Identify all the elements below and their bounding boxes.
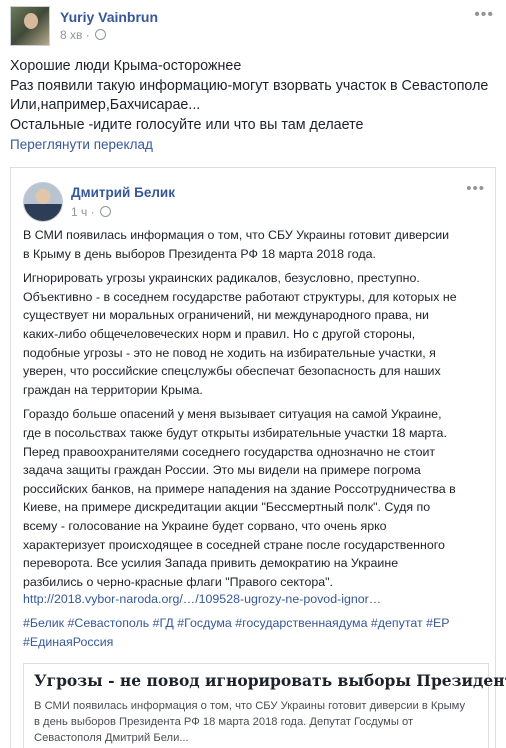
shared-post-meta: 1 ч · (71, 205, 111, 219)
shared-text-line: где в посольствах также будут открыты из… (23, 425, 447, 440)
shared-text-line: российских банков, на примере нападения … (23, 481, 456, 496)
shared-paragraph: В СМИ появилась информация о том, что СБ… (23, 226, 489, 263)
post-header: Yuriy Vainbrun 8 хв · ••• (10, 6, 496, 46)
link-preview-card[interactable]: Угрозы - не повод игнорировать выборы Пр… (23, 663, 506, 748)
link-preview-title[interactable]: Угрозы - не повод игнорировать выборы Пр… (34, 671, 506, 690)
hashtags: #Белик #Севастополь #ГД #Госдума #госуда… (23, 614, 493, 652)
shared-text-line: Объективно - в соседнем государстве рабо… (23, 289, 457, 304)
link-preview-line: В СМИ появилась информация о том, что СБ… (34, 700, 466, 712)
shared-text-line: задача защиты граждан России. Это мы вид… (23, 463, 421, 478)
shared-text-line: в Крыму в день выборов Президента РФ 18 … (23, 246, 376, 261)
shared-paragraph: Гораздо больше опасений у меня вызывает … (23, 405, 489, 591)
shared-text-line: характеризует происходящее в соседней ст… (23, 537, 445, 552)
shared-text-line: разбились о черно-красные флаги "Правого… (23, 574, 333, 589)
shared-author-avatar[interactable] (23, 182, 63, 222)
globe-icon (95, 29, 107, 40)
post-author-avatar[interactable] (10, 6, 50, 46)
shared-text-line: каких-либо общечеловеческих норм и прави… (23, 326, 416, 341)
shared-text-line: существует ни моральных ограничений, ни … (23, 308, 429, 323)
shared-post-timestamp[interactable]: 1 ч (71, 205, 87, 219)
shared-post-options-icon[interactable]: ••• (466, 180, 485, 197)
shared-text-line: Киеве, на примере дискредитации акции "Б… (23, 500, 431, 515)
shared-text-line: Игнорировать угрозы украинских радикалов… (23, 271, 420, 286)
link-preview-line: Севастополя Дмитрий Бели... (34, 732, 189, 744)
shared-author-name[interactable]: Дмитрий Белик (71, 185, 175, 200)
hashtag-line[interactable]: #ЕдинаяРоссия (23, 633, 493, 652)
shared-text-line: всему - голосование на Украине будет сор… (23, 518, 387, 533)
post-text-line: Раз появили такую информацию-могут взорв… (10, 77, 489, 94)
shared-post-body: В СМИ появилась информация о том, что СБ… (23, 226, 489, 597)
shared-post: Дмитрий Белик 1 ч · ••• В СМИ появилась … (10, 167, 506, 748)
post-timestamp[interactable]: 8 хв (60, 28, 82, 42)
post-author-name[interactable]: Yuriy Vainbrun (60, 9, 158, 25)
link-preview-line: в день выборов Президента РФ 18 марта 20… (34, 716, 414, 728)
shared-text-line: Гораздо больше опасений у меня вызывает … (23, 407, 442, 422)
post-options-icon[interactable]: ••• (474, 6, 494, 24)
shared-text-line: В СМИ появилась информация о том, что СБ… (23, 228, 450, 242)
see-translation-link[interactable]: Переглянути переклад (10, 137, 153, 152)
post-text: Хорошие люди Крыма-осторожнее Раз появил… (10, 57, 496, 135)
shared-text-line: Перед правоохранителями соседнего госуда… (23, 444, 436, 459)
shared-post-link[interactable]: http://2018.vybor-naroda.org/…/109528-ug… (23, 592, 381, 606)
globe-icon (99, 206, 111, 217)
meta-separator: · (85, 28, 90, 42)
post-meta: 8 хв · (60, 28, 107, 42)
post-text-line: Остальные -идите голосуйте или что вы та… (10, 116, 364, 133)
meta-separator: · (90, 205, 95, 219)
post-text-line: Хорошие люди Крыма-осторожнее (10, 58, 242, 74)
link-preview-description: В СМИ появилась информация о том, что СБ… (34, 698, 484, 746)
shared-text-line: граждан на территории Крыма. (23, 382, 203, 397)
shared-text-line: переворота. Все усилия Запада привить де… (23, 556, 399, 571)
shared-paragraph: Игнорировать угрозы украинских радикалов… (23, 269, 489, 399)
hashtag-line[interactable]: #Белик #Севастополь #ГД #Госдума #госуда… (23, 614, 493, 633)
shared-text-line: уверен, что российские спецслужбы обеспе… (23, 364, 441, 379)
post-text-line: Или,например,Бахчисарае... (10, 97, 201, 114)
shared-text-line: подобные угрозы - это не повод не ходить… (23, 345, 436, 360)
